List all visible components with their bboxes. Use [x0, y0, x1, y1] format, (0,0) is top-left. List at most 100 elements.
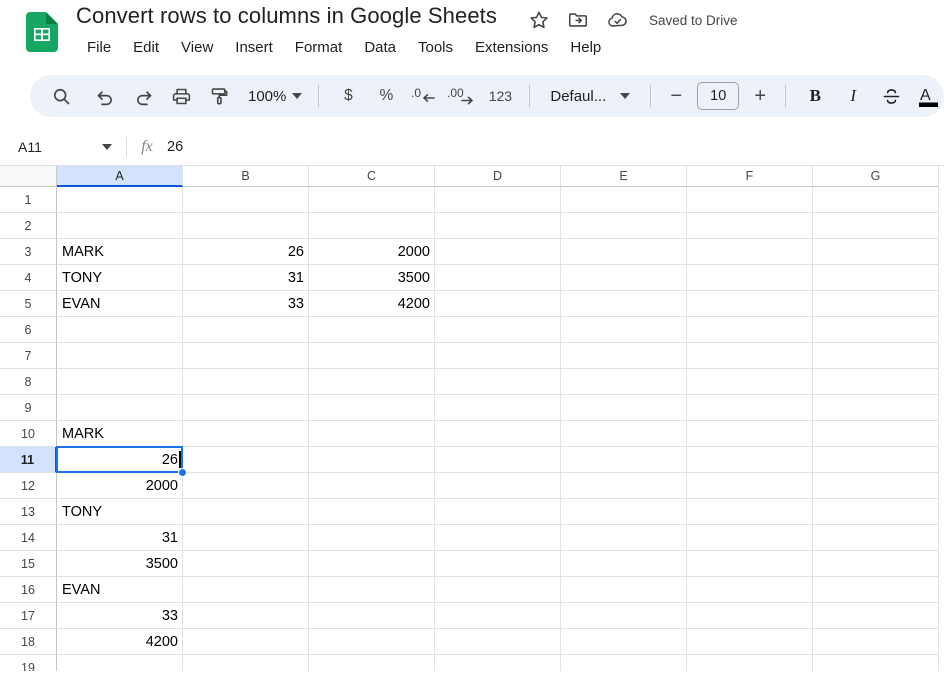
cell-B3[interactable]: 26	[183, 239, 309, 265]
cell-D11[interactable]	[435, 447, 561, 473]
cell-E7[interactable]	[561, 343, 687, 369]
cell-C16[interactable]	[309, 577, 435, 603]
cell-F12[interactable]	[687, 473, 813, 499]
decrease-font-size-button[interactable]: −	[661, 81, 691, 111]
cell-B18[interactable]	[183, 629, 309, 655]
cell-E2[interactable]	[561, 213, 687, 239]
column-header-f[interactable]: F	[687, 166, 813, 187]
paint-format-icon[interactable]	[200, 79, 238, 113]
cell-A19[interactable]	[57, 655, 183, 671]
cell-G2[interactable]	[813, 213, 939, 239]
cell-C14[interactable]	[309, 525, 435, 551]
menu-item-insert[interactable]: Insert	[224, 36, 284, 59]
column-header-a[interactable]: A	[57, 166, 183, 187]
cell-D8[interactable]	[435, 369, 561, 395]
cell-A16[interactable]: EVAN	[57, 577, 183, 603]
cell-B10[interactable]	[183, 421, 309, 447]
cell-G19[interactable]	[813, 655, 939, 671]
cell-E6[interactable]	[561, 317, 687, 343]
cell-C6[interactable]	[309, 317, 435, 343]
cell-B7[interactable]	[183, 343, 309, 369]
row-header-6[interactable]: 6	[0, 317, 57, 343]
cell-F14[interactable]	[687, 525, 813, 551]
print-icon[interactable]	[162, 79, 200, 113]
cell-E1[interactable]	[561, 187, 687, 213]
move-to-folder-icon[interactable]	[567, 9, 589, 31]
cloud-saved-icon[interactable]	[606, 9, 628, 31]
cell-G3[interactable]	[813, 239, 939, 265]
cell-A12[interactable]: 2000	[57, 473, 183, 499]
cell-C17[interactable]	[309, 603, 435, 629]
cell-D6[interactable]	[435, 317, 561, 343]
row-header-4[interactable]: 4	[0, 265, 57, 291]
zoom-control[interactable]: 100%	[238, 79, 308, 113]
cell-D16[interactable]	[435, 577, 561, 603]
cell-G6[interactable]	[813, 317, 939, 343]
cell-B16[interactable]	[183, 577, 309, 603]
row-header-2[interactable]: 2	[0, 213, 57, 239]
font-family-select[interactable]: Defaul...	[540, 79, 640, 113]
cell-C11[interactable]	[309, 447, 435, 473]
cell-A18[interactable]: 4200	[57, 629, 183, 655]
menu-item-extensions[interactable]: Extensions	[464, 36, 559, 59]
cell-E10[interactable]	[561, 421, 687, 447]
cell-E3[interactable]	[561, 239, 687, 265]
cell-B4[interactable]: 31	[183, 265, 309, 291]
row-header-11[interactable]: 11	[0, 447, 57, 473]
cell-F4[interactable]	[687, 265, 813, 291]
font-size-input[interactable]: 10	[697, 82, 740, 110]
cell-B5[interactable]: 33	[183, 291, 309, 317]
cell-C8[interactable]	[309, 369, 435, 395]
column-header-c[interactable]: C	[309, 166, 435, 187]
cell-A3[interactable]: MARK	[57, 239, 183, 265]
column-header-g[interactable]: G	[813, 166, 939, 187]
spreadsheet-grid[interactable]: ABCDEFG 1 2 3 MARK 26 2000 4 TONY 31 3500 5 EVAN 33 4…	[0, 166, 944, 671]
bold-button[interactable]: B	[796, 79, 834, 113]
cell-E14[interactable]	[561, 525, 687, 551]
cell-A14[interactable]: 31	[57, 525, 183, 551]
cell-D3[interactable]	[435, 239, 561, 265]
cell-E11[interactable]	[561, 447, 687, 473]
cell-C7[interactable]	[309, 343, 435, 369]
menu-item-data[interactable]: Data	[353, 36, 407, 59]
cell-G8[interactable]	[813, 369, 939, 395]
row-header-13[interactable]: 13	[0, 499, 57, 525]
cell-G17[interactable]	[813, 603, 939, 629]
row-header-3[interactable]: 3	[0, 239, 57, 265]
cell-E13[interactable]	[561, 499, 687, 525]
cell-B17[interactable]	[183, 603, 309, 629]
cell-D9[interactable]	[435, 395, 561, 421]
cell-E16[interactable]	[561, 577, 687, 603]
cell-D7[interactable]	[435, 343, 561, 369]
row-header-15[interactable]: 15	[0, 551, 57, 577]
cell-D2[interactable]	[435, 213, 561, 239]
cell-E8[interactable]	[561, 369, 687, 395]
cell-C5[interactable]: 4200	[309, 291, 435, 317]
cell-G16[interactable]	[813, 577, 939, 603]
cell-F2[interactable]	[687, 213, 813, 239]
cell-D19[interactable]	[435, 655, 561, 671]
menu-item-tools[interactable]: Tools	[407, 36, 464, 59]
cell-C19[interactable]	[309, 655, 435, 671]
cell-G1[interactable]	[813, 187, 939, 213]
cell-E9[interactable]	[561, 395, 687, 421]
cell-G12[interactable]	[813, 473, 939, 499]
cell-D17[interactable]	[435, 603, 561, 629]
cell-A2[interactable]	[57, 213, 183, 239]
percent-format-button[interactable]: %	[367, 79, 405, 113]
fill-handle[interactable]	[178, 468, 187, 477]
row-header-7[interactable]: 7	[0, 343, 57, 369]
strikethrough-icon[interactable]	[872, 79, 910, 113]
row-header-16[interactable]: 16	[0, 577, 57, 603]
cell-G14[interactable]	[813, 525, 939, 551]
cell-A17[interactable]: 33	[57, 603, 183, 629]
cell-E19[interactable]	[561, 655, 687, 671]
name-box[interactable]: A11	[0, 128, 126, 166]
cell-C9[interactable]	[309, 395, 435, 421]
column-header-d[interactable]: D	[435, 166, 561, 187]
cell-F8[interactable]	[687, 369, 813, 395]
cell-B6[interactable]	[183, 317, 309, 343]
menu-item-file[interactable]: File	[76, 36, 122, 59]
cell-B19[interactable]	[183, 655, 309, 671]
cell-D14[interactable]	[435, 525, 561, 551]
